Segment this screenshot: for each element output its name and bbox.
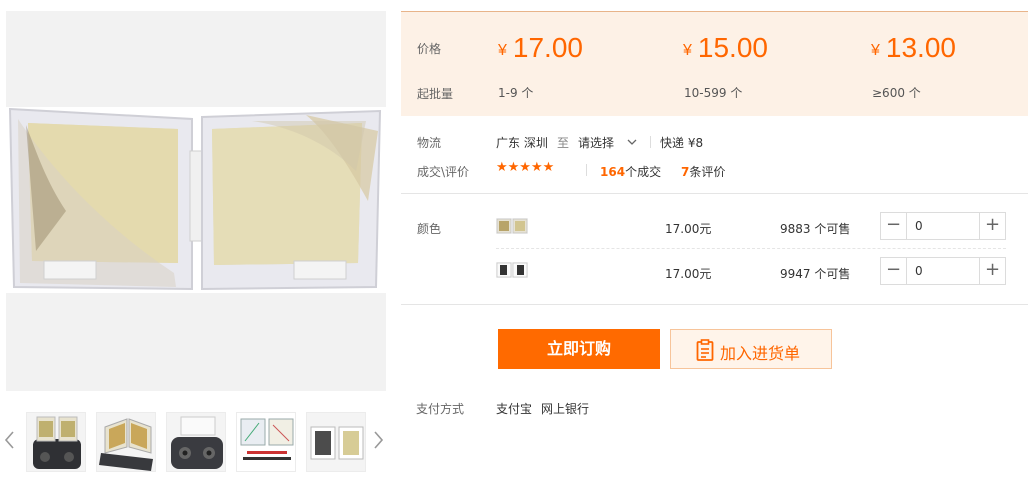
price-value: 15.00 bbox=[697, 32, 768, 63]
deal-count-number: 164 bbox=[600, 165, 626, 179]
express-fee: 快递 ¥8 bbox=[660, 136, 704, 150]
moq-range-1: 1-9 个 bbox=[498, 86, 534, 100]
chevron-left-icon[interactable] bbox=[2, 428, 16, 452]
add-to-cart-label: 加入进货单 bbox=[720, 344, 801, 363]
thumbnail-2[interactable] bbox=[96, 412, 156, 472]
price-tier-3: ¥13.00 bbox=[871, 32, 956, 64]
price-tier-1: ¥17.00 bbox=[498, 32, 583, 64]
moq-label: 起批量 bbox=[417, 87, 454, 101]
ship-to-text: 至 bbox=[557, 136, 570, 150]
thumbnail-strip bbox=[0, 408, 400, 474]
chevron-down-icon bbox=[627, 136, 637, 150]
logistics-label: 物流 bbox=[417, 136, 442, 150]
thumbnail-1[interactable] bbox=[26, 412, 86, 472]
price-panel: 价格 起批量 ¥17.00 ¥15.00 ¥13.00 1-9 个 10-599… bbox=[401, 11, 1028, 116]
price-value: 17.00 bbox=[512, 32, 583, 63]
decrease-button[interactable]: − bbox=[881, 258, 907, 284]
sku-stock: 9947 个可售 bbox=[780, 267, 851, 281]
currency-symbol: ¥ bbox=[683, 42, 692, 59]
review-count-suffix: 条评价 bbox=[689, 165, 726, 179]
row-divider bbox=[496, 248, 1006, 249]
payment-label: 支付方式 bbox=[416, 402, 465, 416]
chevron-right-icon[interactable] bbox=[372, 428, 386, 452]
increase-button[interactable]: + bbox=[979, 213, 1005, 239]
quantity-input[interactable] bbox=[908, 213, 978, 239]
currency-symbol: ¥ bbox=[871, 42, 880, 59]
sku-thumb-gold[interactable] bbox=[496, 218, 528, 234]
thumbnail-4[interactable] bbox=[236, 412, 296, 472]
quantity-stepper: − + bbox=[880, 212, 1006, 240]
main-product-image[interactable] bbox=[6, 11, 386, 391]
deal-count[interactable]: 164个成交 bbox=[600, 163, 661, 180]
moq-range-3: ≥600 个 bbox=[872, 86, 921, 100]
sku-price: 17.00元 bbox=[665, 222, 712, 236]
deals-label: 成交\评价 bbox=[417, 165, 470, 179]
thumbnail-5[interactable] bbox=[306, 412, 366, 472]
payment-bank: 网上银行 bbox=[541, 402, 590, 416]
deal-count-suffix: 个成交 bbox=[625, 165, 662, 179]
buy-now-button[interactable]: 立即订购 bbox=[498, 329, 660, 369]
add-to-cart-button[interactable]: 加入进货单 bbox=[670, 329, 832, 369]
quantity-input[interactable] bbox=[908, 258, 978, 284]
sku-thumb-silver[interactable] bbox=[496, 262, 528, 278]
sku-price: 17.00元 bbox=[665, 267, 712, 281]
decrease-button[interactable]: − bbox=[881, 213, 907, 239]
sku-label: 颜色 bbox=[417, 222, 442, 236]
divider bbox=[586, 164, 587, 176]
moq-range-2: 10-599 个 bbox=[684, 86, 743, 100]
section-divider bbox=[401, 193, 1028, 194]
price-label: 价格 bbox=[417, 42, 442, 56]
rating-stars-icon: ★★★★★ bbox=[496, 160, 555, 175]
increase-button[interactable]: + bbox=[979, 258, 1005, 284]
destination-value: 请选择 bbox=[578, 136, 615, 150]
payment-alipay: 支付宝 bbox=[496, 402, 533, 416]
currency-symbol: ¥ bbox=[498, 42, 507, 59]
price-tier-2: ¥15.00 bbox=[683, 32, 768, 64]
price-value: 13.00 bbox=[885, 32, 956, 63]
quantity-stepper: − + bbox=[880, 257, 1006, 285]
clipboard-icon bbox=[696, 339, 714, 365]
review-count[interactable]: 7条评价 bbox=[681, 163, 725, 180]
sku-stock: 9883 个可售 bbox=[780, 222, 851, 236]
section-divider bbox=[401, 304, 1028, 305]
thumbnail-3[interactable] bbox=[166, 412, 226, 472]
ship-origin: 广东 深圳 bbox=[496, 136, 548, 150]
divider bbox=[650, 136, 651, 148]
